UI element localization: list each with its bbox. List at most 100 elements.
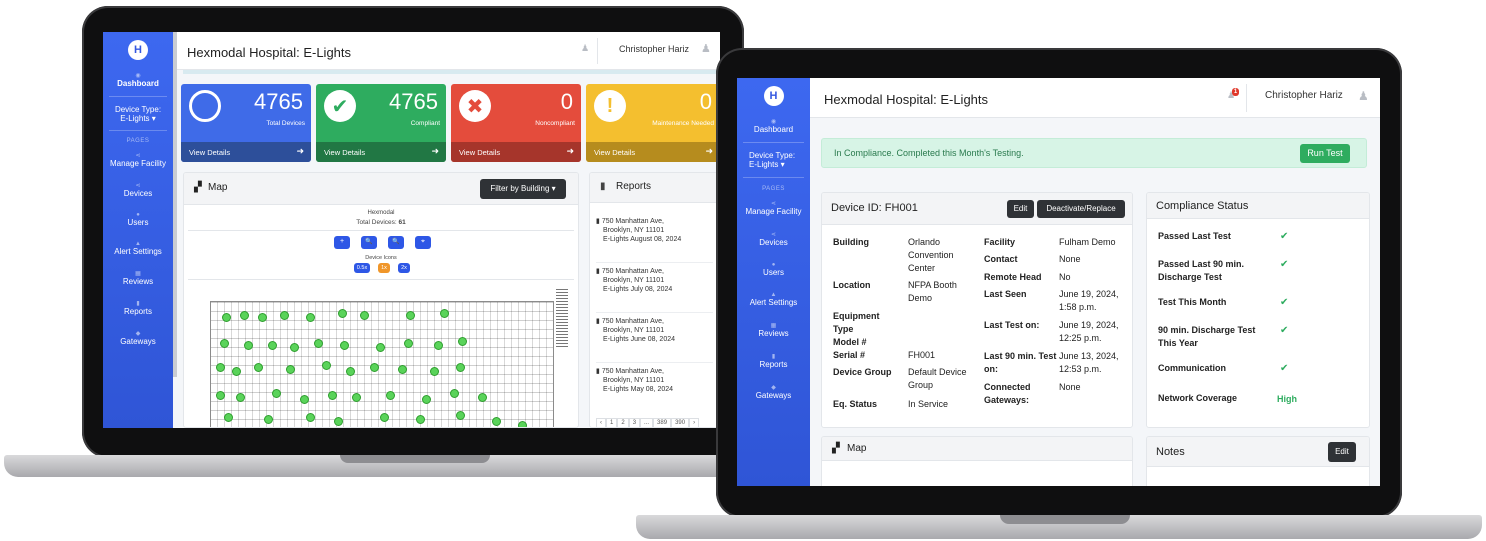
user-name[interactable]: Christopher Hariz: [619, 44, 689, 54]
page-next[interactable]: ›: [689, 418, 700, 427]
device-marker[interactable]: [334, 417, 343, 426]
sidebar-item-reports[interactable]: ▮ Reports: [103, 300, 173, 316]
stat-card-maintenance[interactable]: ! 0 Maintenance Needed View Details ➜: [586, 84, 720, 162]
page-2[interactable]: 2: [617, 418, 629, 427]
sidebar-item-devices[interactable]: ⋖ Devices: [737, 231, 810, 247]
sidebar-item-dashboard[interactable]: ◉ Dashboard: [737, 118, 810, 134]
center-map-button[interactable]: ⌖: [415, 236, 431, 249]
scale-1x-button[interactable]: 1x: [378, 263, 390, 273]
device-marker[interactable]: [338, 309, 347, 318]
device-marker[interactable]: [422, 395, 431, 404]
device-marker[interactable]: [272, 389, 281, 398]
device-marker[interactable]: [450, 389, 459, 398]
sidebar-item-reports[interactable]: ▮ Reports: [737, 353, 810, 369]
sidebar-item-users[interactable]: ● Users: [737, 262, 810, 277]
device-marker[interactable]: [352, 393, 361, 402]
notification-icon[interactable]: ♟: [581, 43, 589, 54]
device-marker[interactable]: [492, 417, 501, 426]
device-marker[interactable]: [380, 413, 389, 422]
device-marker[interactable]: [370, 363, 379, 372]
device-marker[interactable]: [254, 363, 263, 372]
device-marker[interactable]: [240, 311, 249, 320]
stat-card-noncompliant[interactable]: ✖ 0 Noncompliant View Details ➜: [451, 84, 581, 162]
page-1[interactable]: 1: [606, 418, 618, 427]
report-item[interactable]: ▮ 750 Manhattan Ave, Brooklyn, NY 11101 …: [596, 217, 713, 263]
device-marker[interactable]: [376, 343, 385, 352]
scale-2x-button[interactable]: 2x: [398, 263, 410, 273]
device-marker[interactable]: [440, 309, 449, 318]
view-details-link[interactable]: View Details ➜: [451, 142, 581, 162]
sidebar-item-users[interactable]: ● Users: [103, 212, 173, 227]
device-type-select[interactable]: E-Lights ▾: [737, 160, 810, 169]
sidebar-item-manage-facility[interactable]: ⋖ Manage Facility: [103, 152, 173, 168]
device-marker[interactable]: [258, 313, 267, 322]
device-marker[interactable]: [340, 341, 349, 350]
device-marker[interactable]: [406, 311, 415, 320]
page-389[interactable]: 389: [653, 418, 672, 427]
sidebar-item-devices[interactable]: ⋖ Devices: [103, 182, 173, 198]
view-details-link[interactable]: View Details ➜: [316, 142, 446, 162]
device-marker[interactable]: [346, 367, 355, 376]
device-marker[interactable]: [216, 391, 225, 400]
sidebar-item-reviews[interactable]: ▦ Reviews: [103, 270, 173, 286]
sidebar-item-reviews[interactable]: ▦ Reviews: [737, 322, 810, 338]
device-marker[interactable]: [306, 313, 315, 322]
device-marker[interactable]: [268, 341, 277, 350]
device-marker[interactable]: [416, 415, 425, 424]
edit-device-button[interactable]: Edit: [1007, 200, 1034, 218]
device-marker[interactable]: [222, 313, 231, 322]
device-marker[interactable]: [264, 415, 273, 424]
page-3[interactable]: 3: [628, 418, 641, 427]
report-item[interactable]: ▮ 750 Manhattan Ave, Brooklyn, NY 11101 …: [596, 367, 713, 413]
device-marker[interactable]: [398, 365, 407, 374]
device-type-select[interactable]: E-Lights ▾: [103, 114, 173, 123]
sidebar-item-alert-settings[interactable]: ▲ Alert Settings: [103, 241, 173, 256]
device-marker[interactable]: [290, 343, 299, 352]
device-marker[interactable]: [300, 395, 309, 404]
sidebar-item-manage-facility[interactable]: ⋖ Manage Facility: [737, 200, 810, 216]
filter-by-building-button[interactable]: Filter by Building ▾: [480, 179, 566, 199]
edit-notes-button[interactable]: Edit: [1328, 442, 1356, 462]
device-marker[interactable]: [478, 393, 487, 402]
device-marker[interactable]: [456, 363, 465, 372]
device-marker[interactable]: [220, 339, 229, 348]
sidebar-item-alert-settings[interactable]: ▲ Alert Settings: [737, 292, 810, 307]
report-item[interactable]: ▮ 750 Manhattan Ave, Brooklyn, NY 11101 …: [596, 267, 713, 313]
stat-card-total[interactable]: 4765 Total Devices View Details ➜: [181, 84, 311, 162]
device-marker[interactable]: [360, 311, 369, 320]
notification-icon[interactable]: ♟ 1: [1227, 88, 1239, 101]
zoom-reset-button[interactable]: 🔍: [388, 236, 404, 249]
zoom-in-button[interactable]: +: [334, 236, 350, 249]
sidebar-item-gateways[interactable]: ◆ Gateways: [737, 384, 810, 400]
device-marker[interactable]: [224, 413, 233, 422]
device-marker[interactable]: [518, 421, 527, 427]
device-marker[interactable]: [322, 361, 331, 370]
device-marker[interactable]: [306, 413, 315, 422]
device-marker[interactable]: [286, 365, 295, 374]
user-name[interactable]: Christopher Hariz: [1265, 90, 1343, 101]
device-marker[interactable]: [244, 341, 253, 350]
device-marker[interactable]: [232, 367, 241, 376]
avatar-icon[interactable]: ♟: [1358, 89, 1369, 103]
device-marker[interactable]: [458, 337, 467, 346]
sidebar-scrollbar[interactable]: [173, 32, 177, 377]
sidebar-item-dashboard[interactable]: ◉ Dashboard: [103, 72, 173, 88]
device-marker[interactable]: [404, 339, 413, 348]
deactivate-replace-button[interactable]: Deactivate/Replace: [1037, 200, 1125, 218]
view-details-link[interactable]: View Details ➜: [181, 142, 311, 162]
device-marker[interactable]: [434, 341, 443, 350]
zoom-out-button[interactable]: 🔍: [361, 236, 377, 249]
device-marker[interactable]: [456, 411, 465, 420]
view-details-link[interactable]: View Details ➜: [586, 142, 720, 162]
run-test-button[interactable]: Run Test: [1300, 144, 1350, 163]
device-marker[interactable]: [236, 393, 245, 402]
scale-0-5x-button[interactable]: 0.5x: [354, 263, 370, 273]
device-marker[interactable]: [386, 391, 395, 400]
device-marker[interactable]: [314, 339, 323, 348]
sidebar-item-gateways[interactable]: ◆ Gateways: [103, 330, 173, 346]
stat-card-compliant[interactable]: ✔ 4765 Compliant View Details ➜: [316, 84, 446, 162]
device-marker[interactable]: [430, 367, 439, 376]
page-390[interactable]: 390: [671, 418, 690, 427]
device-marker[interactable]: [328, 391, 337, 400]
page-prev[interactable]: ‹: [596, 418, 606, 427]
